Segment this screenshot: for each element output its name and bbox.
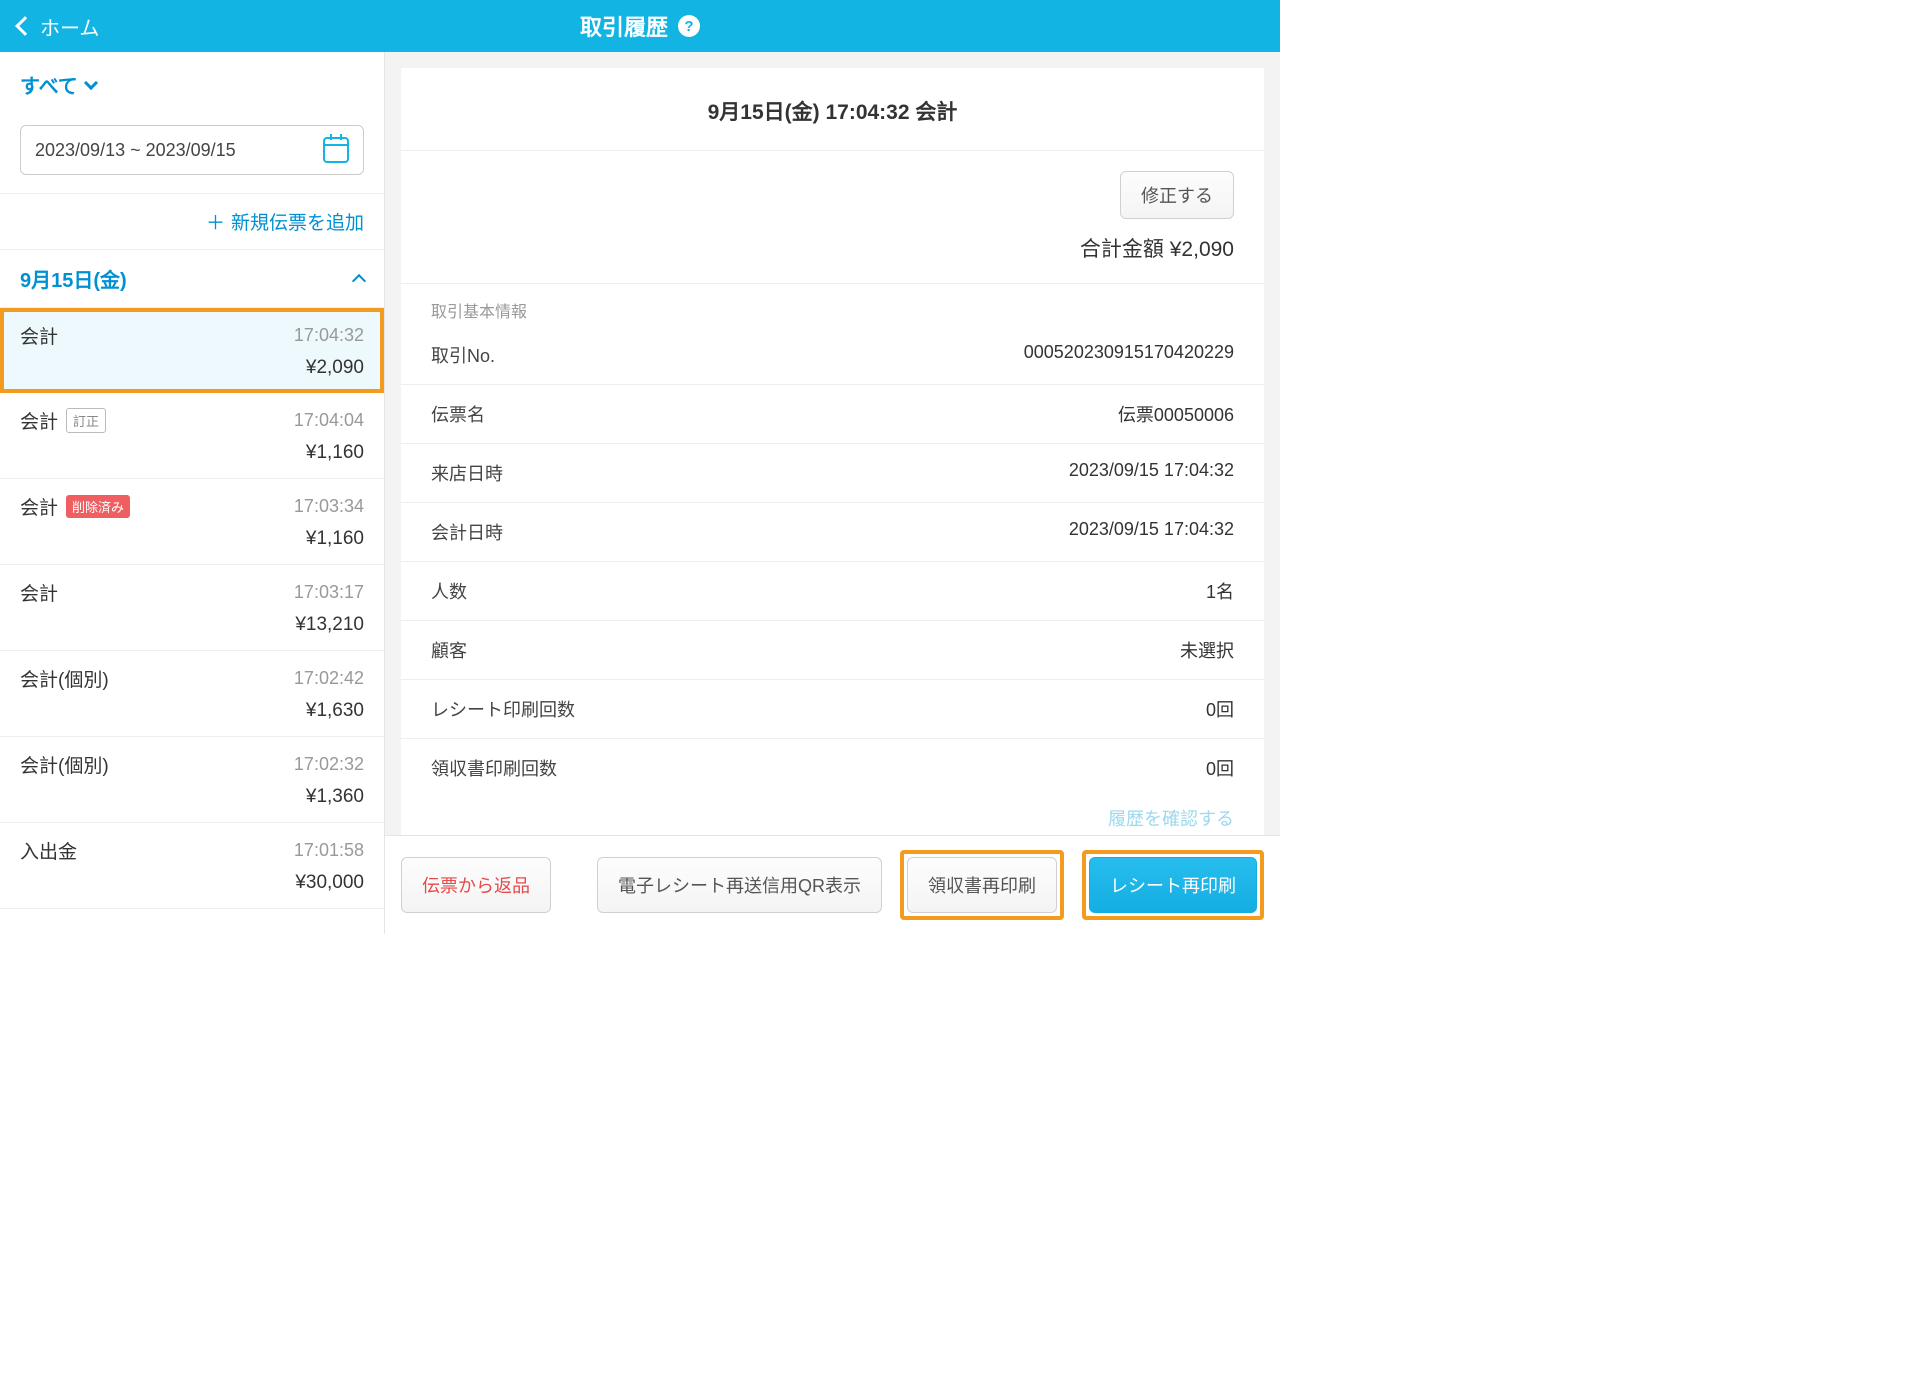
transaction-time: 17:04:04: [294, 410, 364, 431]
qr-resend-button[interactable]: 電子レシート再送信用QR表示: [597, 857, 882, 913]
transaction-time: 17:04:32: [294, 325, 364, 346]
transaction-item[interactable]: 会計訂正 17:04:04 ¥1,160: [0, 393, 384, 479]
row-invoice-count: 領収書印刷回数0回: [401, 739, 1264, 797]
back-button[interactable]: ホーム: [0, 12, 117, 41]
add-voucher-label: 新規伝票を追加: [231, 213, 364, 234]
transaction-type: 会計: [20, 322, 58, 349]
transaction-item[interactable]: 入出金 17:01:58 ¥30,000: [0, 823, 384, 909]
transaction-time: 17:02:32: [294, 754, 364, 775]
transaction-type: 会計(個別): [20, 665, 109, 692]
chevron-left-icon: [15, 16, 35, 36]
filter-all-dropdown[interactable]: すべて: [20, 70, 96, 99]
transaction-item[interactable]: 会計(個別) 17:02:32 ¥1,360: [0, 737, 384, 823]
page-title-text: 取引履歴: [580, 10, 668, 42]
highlight-reprint-invoice: 領収書再印刷: [900, 850, 1064, 920]
reprint-receipt-button[interactable]: レシート再印刷: [1089, 857, 1257, 913]
transaction-time: 17:02:42: [294, 668, 364, 689]
date-group-label: 9月15日(金): [20, 264, 127, 293]
row-people: 人数1名: [401, 562, 1264, 621]
row-receipt-count: レシート印刷回数0回: [401, 680, 1264, 739]
transaction-amount: ¥1,160: [20, 442, 364, 464]
section-basic-label: 取引基本情報: [401, 284, 1264, 326]
transaction-item[interactable]: 会計削除済み 17:03:34 ¥1,160: [0, 479, 384, 565]
transaction-item[interactable]: 会計 17:04:32 ¥2,090: [0, 308, 384, 393]
chevron-up-icon: [352, 273, 366, 287]
date-group-header[interactable]: 9月15日(金): [0, 250, 384, 308]
transaction-type: 会計削除済み: [20, 493, 130, 520]
transaction-time: 17:03:34: [294, 496, 364, 517]
row-pay: 会計日時2023/09/15 17:04:32: [401, 503, 1264, 562]
reprint-invoice-button[interactable]: 領収書再印刷: [907, 857, 1057, 913]
transaction-type: 会計訂正: [20, 407, 106, 434]
transaction-amount: ¥13,210: [20, 614, 364, 636]
return-from-voucher-button[interactable]: 伝票から返品: [401, 857, 551, 913]
transaction-amount: ¥1,360: [20, 786, 364, 808]
row-visit: 来店日時2023/09/15 17:04:32: [401, 444, 1264, 503]
transaction-amount: ¥2,090: [20, 357, 364, 379]
filter-all-label: すべて: [20, 70, 78, 99]
help-icon[interactable]: ?: [678, 15, 700, 37]
plus-icon: ＋: [206, 213, 225, 234]
total-amount: 合計金額 ¥2,090: [1080, 233, 1234, 263]
chevron-down-icon: [84, 75, 98, 89]
row-tx-no: 取引No.000520230915170420229: [401, 326, 1264, 385]
edit-button[interactable]: 修正する: [1120, 171, 1234, 219]
detail-panel: 9月15日(金) 17:04:32 会計 修正する 合計金額 ¥2,090 取引…: [385, 52, 1280, 934]
sidebar: すべて 2023/09/13 ~ 2023/09/15 ＋ 新規伝票を追加 9月1…: [0, 52, 385, 934]
transaction-amount: ¥1,160: [20, 528, 364, 550]
transaction-type: 入出金: [20, 837, 77, 864]
transaction-type: 会計: [20, 579, 58, 606]
footer-actions: 伝票から返品 電子レシート再送信用QR表示 領収書再印刷 レシート再印刷: [385, 835, 1280, 934]
highlight-reprint-receipt: レシート再印刷: [1082, 850, 1264, 920]
transaction-amount: ¥30,000: [20, 872, 364, 894]
history-link[interactable]: 履歴を確認する: [401, 797, 1264, 839]
detail-title: 9月15日(金) 17:04:32 会計: [401, 68, 1264, 151]
transaction-amount: ¥1,630: [20, 700, 364, 722]
transaction-item[interactable]: 会計(個別) 17:02:42 ¥1,630: [0, 651, 384, 737]
transaction-type: 会計(個別): [20, 751, 109, 778]
transaction-item[interactable]: 会計 17:03:17 ¥13,210: [0, 565, 384, 651]
transaction-list: 会計17:04:32¥2,090会計訂正17:04:04¥1,160会計削除済み…: [0, 308, 384, 934]
row-customer: 顧客未選択: [401, 621, 1264, 680]
status-badge: 訂正: [66, 408, 106, 433]
calendar-icon: [323, 137, 349, 163]
back-label: ホーム: [40, 12, 99, 41]
row-voucher: 伝票名伝票00050006: [401, 385, 1264, 444]
page-title: 取引履歴 ?: [580, 10, 700, 42]
transaction-time: 17:01:58: [294, 840, 364, 861]
add-voucher-button[interactable]: ＋ 新規伝票を追加: [0, 193, 384, 250]
status-badge: 削除済み: [66, 495, 130, 518]
date-range-value: 2023/09/13 ~ 2023/09/15: [35, 140, 236, 161]
date-range-input[interactable]: 2023/09/13 ~ 2023/09/15: [20, 125, 364, 175]
transaction-time: 17:03:17: [294, 582, 364, 603]
